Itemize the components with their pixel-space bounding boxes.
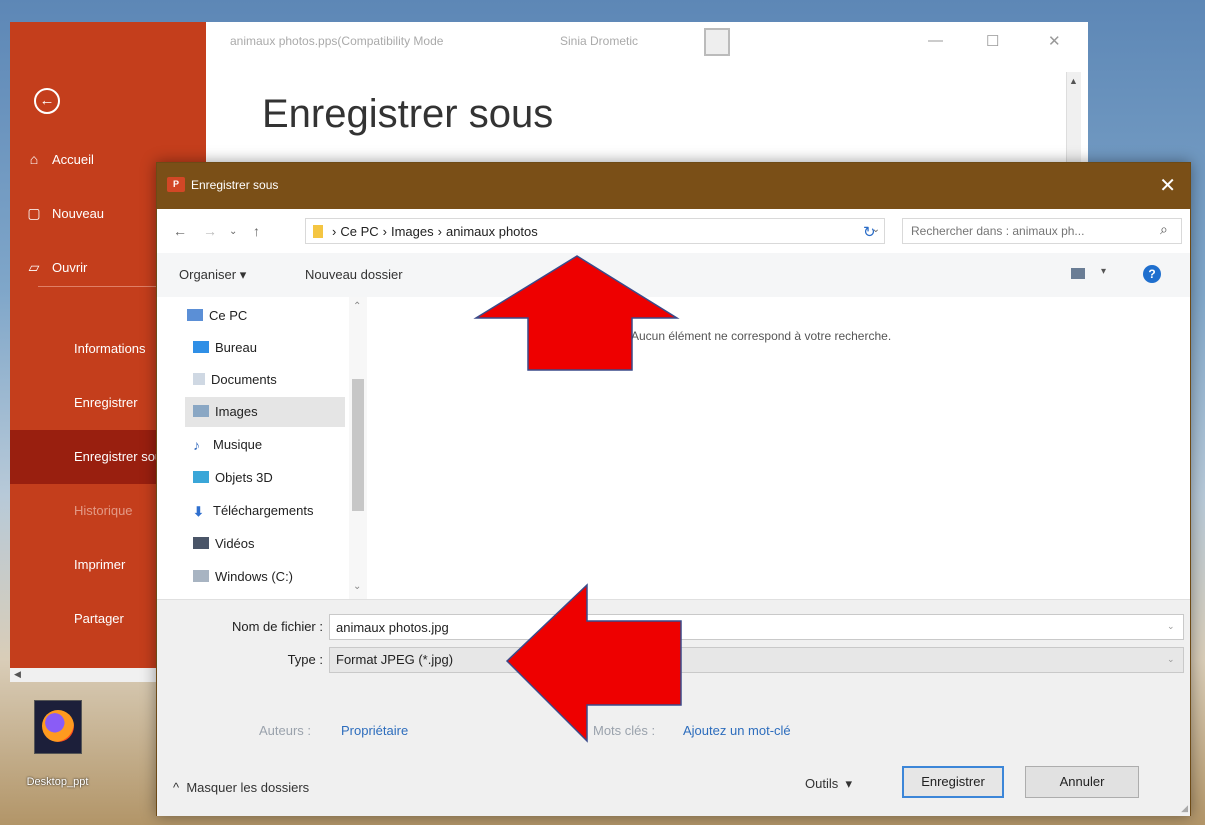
filename-label: Nom de fichier : (231, 619, 323, 634)
scroll-down-icon[interactable]: ⌄ (353, 581, 361, 592)
back-icon[interactable]: ← (173, 223, 187, 239)
new-file-icon: ▢ (27, 205, 41, 221)
videos-icon (193, 537, 209, 549)
breadcrumb-images[interactable]: Images (391, 224, 434, 239)
hide-folders-button[interactable]: ^ Masquer les dossiers (173, 780, 309, 795)
search-icon[interactable]: ⌕ (1160, 221, 1168, 238)
filename-dropdown-icon[interactable]: ⌄ (1167, 621, 1175, 632)
address-bar[interactable]: › Ce PC › Images › animaux photos ⌄ (305, 218, 885, 244)
navigation-pane: Ce PC Bureau Documents Images ♪ Musique O… (157, 297, 371, 599)
close-icon[interactable]: ✕ (1048, 32, 1061, 50)
dialog-close-icon[interactable]: ✕ (1159, 173, 1176, 198)
cancel-button[interactable]: Annuler (1025, 766, 1139, 798)
filename-input[interactable] (329, 614, 1184, 640)
recent-locations-icon[interactable]: ⌄ (229, 226, 237, 237)
authors-value[interactable]: Propriétaire (341, 723, 408, 738)
tree-item-documents[interactable]: Documents (193, 365, 353, 395)
tree-item-images[interactable]: Images (185, 397, 345, 427)
dialog-titlebar: P Enregistrer sous ✕ (157, 163, 1190, 209)
computer-icon (187, 309, 203, 321)
save-button[interactable]: Enregistrer (902, 766, 1004, 798)
pictures-icon (193, 405, 209, 417)
tree-item-objets-3d[interactable]: Objets 3D (193, 463, 353, 493)
scroll-up-icon[interactable]: ▲ (1069, 76, 1078, 86)
organize-button[interactable]: Organiser ▾ (179, 267, 246, 283)
type-dropdown-icon[interactable]: ⌄ (1167, 654, 1175, 665)
breadcrumb-ce-pc[interactable]: Ce PC (340, 224, 378, 239)
navigation-scrollbar[interactable]: ⌃ ⌄ (349, 297, 367, 599)
new-folder-button[interactable]: Nouveau dossier (305, 267, 403, 282)
back-arrow-icon[interactable]: ← (34, 88, 60, 114)
tree-item-musique[interactable]: ♪ Musique (193, 430, 353, 460)
forward-icon[interactable]: → (203, 223, 217, 239)
tools-dropdown-icon: ▾ (845, 776, 852, 791)
desktop-shortcut[interactable]: Desktop_ppt (10, 700, 105, 788)
firefox-icon (33, 700, 82, 754)
downloads-icon: ⬇ (193, 504, 204, 519)
search-input[interactable] (902, 218, 1182, 244)
minimize-icon[interactable]: — (928, 32, 943, 49)
red-arrow-up-icon (473, 255, 680, 371)
maximize-icon[interactable]: ☐ (986, 32, 999, 50)
tools-button[interactable]: Outils ▾ (805, 776, 852, 792)
user-name: Sinia Drometic (560, 34, 639, 48)
home-icon: ⌂ (29, 151, 39, 167)
view-dropdown-icon[interactable]: ▾ (1101, 266, 1106, 277)
scroll-up-icon[interactable]: ⌃ (353, 301, 361, 312)
powerpoint-icon: P (167, 177, 185, 192)
tree-item-windows-c[interactable]: Windows (C:) (193, 562, 353, 592)
resize-grip-icon[interactable]: ◢ (1181, 803, 1188, 814)
avatar[interactable] (704, 28, 730, 56)
tags-value[interactable]: Ajoutez un mot-clé (683, 723, 791, 738)
tree-item-bureau[interactable]: Bureau (193, 333, 353, 363)
refresh-icon[interactable]: ↻ (863, 223, 876, 241)
chevron-up-icon: ^ (173, 780, 180, 795)
tree-item-ce-pc[interactable]: Ce PC (187, 301, 347, 331)
help-icon[interactable]: ? (1143, 265, 1161, 283)
tree-item-telechargements[interactable]: ⬇ Téléchargements (193, 496, 353, 526)
page-title: Enregistrer sous (262, 92, 554, 136)
desktop-shortcut-label: Desktop_ppt (26, 776, 89, 788)
file-type-select[interactable]: Format JPEG (*.jpg) (329, 647, 1184, 673)
scroll-left-icon[interactable]: ◀ (14, 669, 21, 680)
view-options-icon[interactable] (1071, 268, 1085, 279)
window-title: animaux photos.pps(Compatibility Mode (230, 34, 444, 48)
authors-label: Auteurs : (259, 723, 312, 738)
powerpoint-titlebar: animaux photos.pps(Compatibility Mode Si… (206, 22, 1088, 66)
tree-item-videos[interactable]: Vidéos (193, 529, 353, 559)
music-icon: ♪ (193, 437, 200, 453)
folder-icon (313, 225, 323, 238)
dialog-title: Enregistrer sous (191, 178, 279, 192)
type-label: Type : (287, 652, 323, 667)
red-arrow-left-icon (505, 583, 682, 743)
breadcrumb-animaux-photos[interactable]: animaux photos (446, 224, 538, 239)
objects-3d-icon (193, 471, 209, 483)
desktop-icon (193, 341, 209, 353)
scroll-thumb[interactable] (352, 379, 364, 511)
documents-icon (193, 373, 205, 385)
up-folder-icon[interactable]: ↑ (253, 223, 260, 239)
breadcrumb: › Ce PC › Images › animaux photos (332, 224, 538, 239)
drive-icon (193, 570, 209, 582)
